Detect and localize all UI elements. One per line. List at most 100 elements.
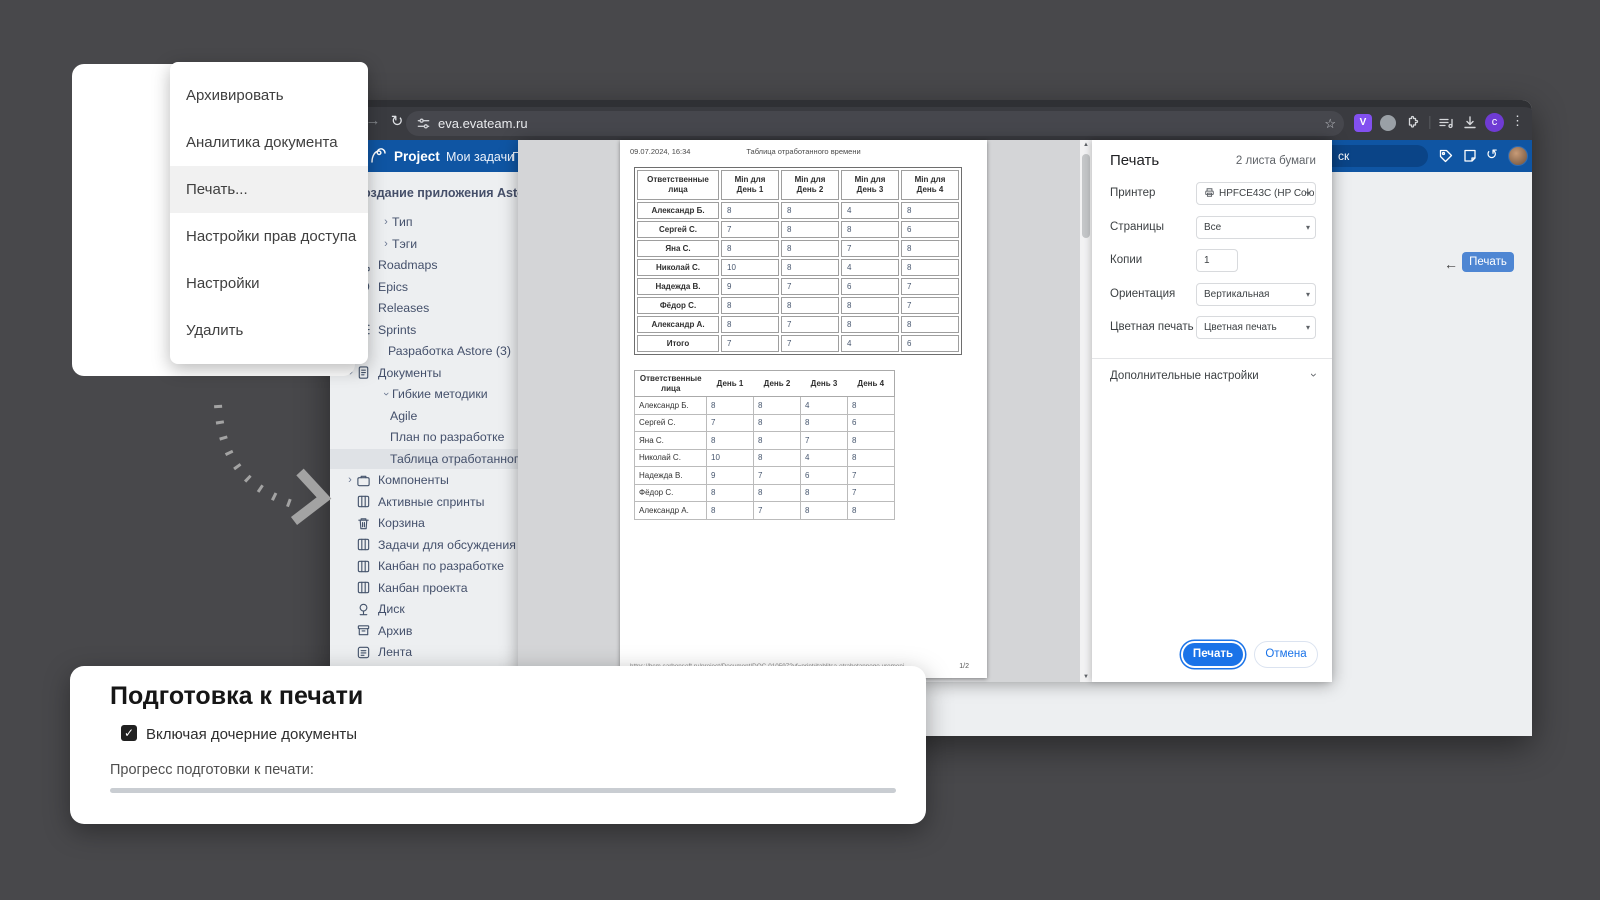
browser-reload-button[interactable]: ↻ bbox=[386, 112, 408, 130]
scroll-down-icon[interactable]: ▼ bbox=[1080, 674, 1092, 680]
menu-item-archive[interactable]: Архивировать bbox=[170, 72, 368, 119]
search-input[interactable]: ск bbox=[1332, 145, 1428, 167]
print-cancel-button[interactable]: Отмена bbox=[1254, 641, 1318, 668]
cell-value: 7 bbox=[721, 221, 779, 238]
row-label: Яна С. bbox=[635, 432, 707, 450]
more-settings-label[interactable]: Дополнительные настройки bbox=[1110, 370, 1259, 382]
doc-back-arrow[interactable]: ← bbox=[1444, 256, 1458, 272]
print-confirm-button[interactable]: Печать bbox=[1181, 641, 1245, 668]
sidebar-item-label: Epics bbox=[378, 280, 408, 294]
table-row: Фёдор С.8887 bbox=[637, 297, 959, 314]
sidebar-item-label: Канбан по разработке bbox=[378, 559, 504, 573]
cell-value: 6 bbox=[901, 335, 959, 352]
printer-select[interactable]: HPFCE43C (HP Color La:▾ bbox=[1196, 182, 1316, 205]
table-row: Александр Б.8848 bbox=[635, 397, 895, 415]
sidebar-item-archive[interactable]: Архив bbox=[330, 621, 520, 641]
scrollbar-thumb[interactable] bbox=[1082, 154, 1090, 238]
components-icon bbox=[356, 473, 371, 488]
include-children-checkbox[interactable]: ✓ bbox=[121, 725, 137, 741]
cell-value: 10 bbox=[721, 259, 779, 276]
cell-value: 8 bbox=[841, 297, 899, 314]
print-preparation-dialog: Подготовка к печати ✓ Включая дочерние д… bbox=[70, 666, 926, 824]
cell-value: 4 bbox=[841, 259, 899, 276]
sidebar-item-agile[interactable]: Agile bbox=[330, 406, 520, 426]
sidebar-item-gibkie-metodiki[interactable]: ›Гибкие методики bbox=[330, 384, 520, 404]
media-controls-icon[interactable] bbox=[1438, 115, 1454, 131]
table-row: Надежда В.9767 bbox=[637, 278, 959, 295]
address-bar[interactable]: eva.evateam.ru ☆ bbox=[406, 111, 1344, 136]
menu-item-access-rights[interactable]: Настройки прав доступа bbox=[170, 213, 368, 260]
doc-print-button[interactable]: Печать bbox=[1462, 252, 1514, 272]
tag-icon[interactable] bbox=[1438, 148, 1454, 164]
field-label: Цветная печать bbox=[1110, 321, 1194, 333]
chevron-right-icon[interactable]: › bbox=[344, 474, 356, 486]
chevron-down-icon[interactable]: › bbox=[1307, 373, 1321, 377]
dropdown-caret-icon: ▾ bbox=[1306, 284, 1310, 305]
preview-scrollbar[interactable]: ▲ ▼ bbox=[1080, 140, 1092, 682]
print-dialog: 09.07.2024, 16:34 Таблица отработанного … bbox=[518, 140, 1332, 682]
chevron-right-icon[interactable]: › bbox=[380, 238, 392, 250]
sidebar-item-components[interactable]: ›Компоненты bbox=[330, 470, 520, 490]
sidebar-item-label: Документы bbox=[378, 366, 441, 380]
chevron-down-icon[interactable]: › bbox=[380, 388, 392, 400]
sidebar-item-label: Таблица отработанного времени bbox=[344, 452, 520, 466]
menu-item-print[interactable]: Печать... bbox=[170, 166, 368, 213]
project-logo-icon bbox=[368, 145, 390, 167]
sidebar-project-title[interactable]: Создание приложения Astore bbox=[354, 186, 537, 200]
column-header: Min для День 4 bbox=[901, 170, 959, 200]
color-select[interactable]: Цветная печать▾ bbox=[1196, 316, 1316, 339]
screenshot-root: ← → ↻ eva.evateam.ru ☆ V | c bbox=[0, 0, 1600, 900]
sidebar-item-plan-po-razrabotke[interactable]: План по разработке bbox=[330, 427, 520, 447]
user-avatar[interactable] bbox=[1508, 146, 1528, 166]
cell-value: 8 bbox=[848, 432, 895, 450]
cell-value: 8 bbox=[707, 397, 754, 415]
scroll-up-icon[interactable]: ▲ bbox=[1080, 142, 1092, 148]
sidebar-item-label: Задачи для обсуждения bbox=[378, 538, 516, 552]
orientation-select[interactable]: Вертикальная▾ bbox=[1196, 283, 1316, 306]
cell-value: 7 bbox=[781, 335, 839, 352]
table-row: Сергей С.7886 bbox=[635, 414, 895, 432]
nav-my-tasks[interactable]: Мои задачи bbox=[446, 150, 514, 164]
notes-icon[interactable] bbox=[1462, 148, 1478, 164]
sidebar-item-active-sprints[interactable]: Активные спринты bbox=[330, 492, 520, 512]
sidebar-item-tablitsa-vremeni[interactable]: Таблица отработанного времени bbox=[330, 449, 520, 469]
cell-value: 7 bbox=[781, 316, 839, 333]
extension-v-icon[interactable]: V bbox=[1354, 114, 1372, 132]
history-icon[interactable]: ↺ bbox=[1486, 146, 1498, 163]
browser-profile-avatar[interactable]: c bbox=[1485, 113, 1504, 132]
context-menu: АрхивироватьАналитика документаПечать...… bbox=[170, 62, 368, 364]
sidebar-item-discussion-tasks[interactable]: Задачи для обсуждения bbox=[330, 535, 520, 555]
browser-menu-icon[interactable]: ⋮ bbox=[1511, 113, 1524, 129]
chevron-right-icon[interactable]: › bbox=[380, 216, 392, 228]
sidebar-item-trash[interactable]: Корзина bbox=[330, 513, 520, 533]
print-preview-page: 09.07.2024, 16:34 Таблица отработанного … bbox=[620, 140, 987, 678]
menu-item-analytics[interactable]: Аналитика документа bbox=[170, 119, 368, 166]
cell-value: 7 bbox=[781, 278, 839, 295]
cell-value: 7 bbox=[801, 432, 848, 450]
sidebar-item-documents[interactable]: ›Документы bbox=[330, 363, 520, 383]
bookmark-star-icon[interactable]: ☆ bbox=[1324, 111, 1336, 136]
cell-value: 8 bbox=[721, 240, 779, 257]
sidebar-item-kanban-project[interactable]: Канбан проекта bbox=[330, 578, 520, 598]
menu-item-delete[interactable]: Удалить bbox=[170, 307, 368, 354]
copies-input[interactable]: 1 bbox=[1196, 249, 1238, 272]
extensions-puzzle-icon[interactable] bbox=[1404, 115, 1420, 131]
url-text[interactable]: eva.evateam.ru bbox=[438, 111, 528, 136]
field-label: Копии bbox=[1110, 254, 1142, 266]
sidebar-item-label: План по разработке bbox=[390, 430, 504, 444]
sidebar-item-disk[interactable]: Диск bbox=[330, 599, 520, 619]
sidebar-item-label: Разработка Astore (3) bbox=[388, 344, 511, 358]
board-icon bbox=[356, 580, 371, 595]
site-settings-icon[interactable] bbox=[416, 116, 431, 131]
extension-circle-icon[interactable] bbox=[1380, 115, 1396, 131]
pages-select[interactable]: Все▾ bbox=[1196, 216, 1316, 239]
sidebar-item-kanban-dev[interactable]: Канбан по разработке bbox=[330, 556, 520, 576]
app-brand[interactable]: Project bbox=[394, 149, 440, 164]
downloads-icon[interactable] bbox=[1462, 115, 1478, 131]
menu-item-settings[interactable]: Настройки bbox=[170, 260, 368, 307]
sidebar-item-feed[interactable]: Лента bbox=[330, 642, 520, 662]
cell-value: 8 bbox=[754, 484, 801, 502]
preview-footer-page: 1/2 bbox=[959, 663, 969, 670]
table-row: Николай С.10848 bbox=[635, 449, 895, 467]
copies-input-row: Копии 1 bbox=[1092, 249, 1332, 273]
